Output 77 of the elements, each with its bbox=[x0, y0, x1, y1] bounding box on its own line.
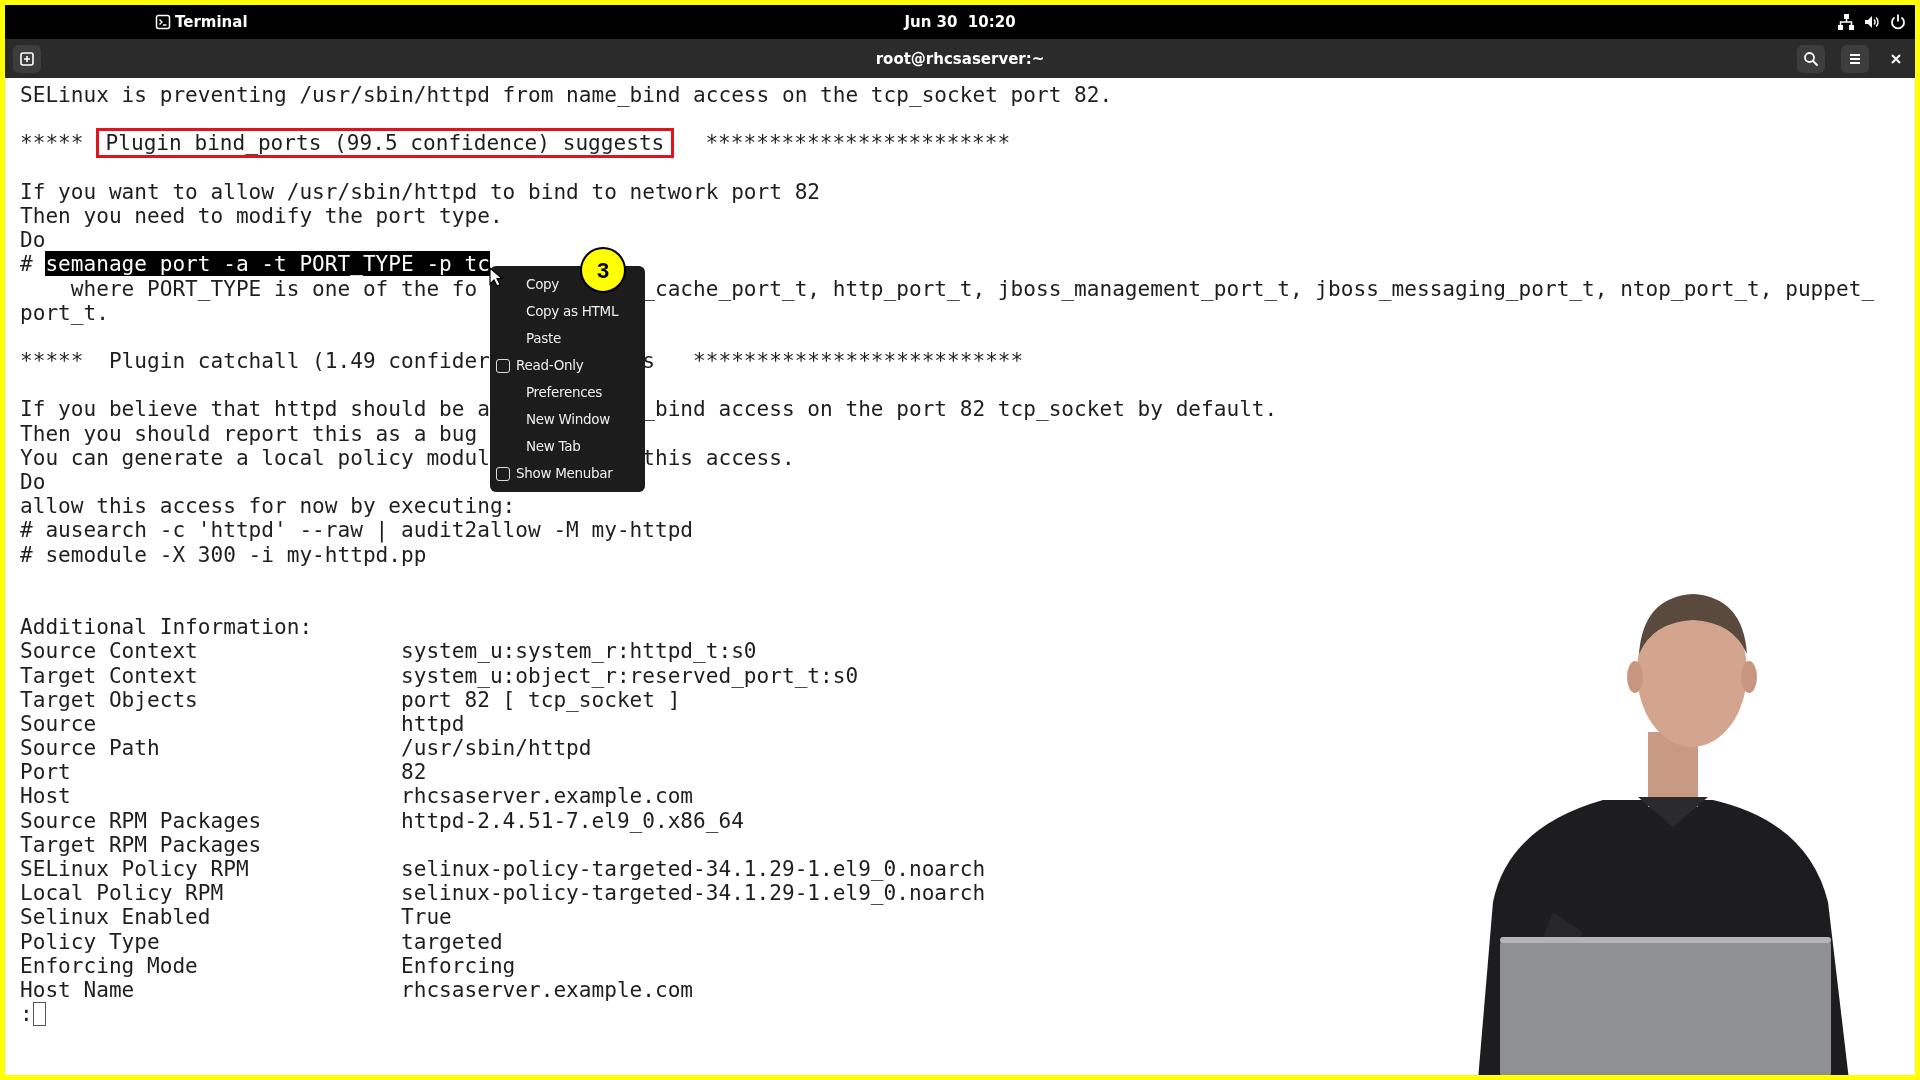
menu-item[interactable]: New Tab bbox=[490, 433, 645, 460]
info-value: rhcsaserver.example.com bbox=[401, 784, 694, 809]
terminal-line: port_t. bbox=[20, 299, 109, 325]
menu-item[interactable]: Paste bbox=[490, 325, 645, 352]
menu-item[interactable]: Preferences bbox=[490, 379, 645, 406]
menu-item[interactable]: Show Menubar bbox=[490, 460, 645, 487]
info-value: 82 bbox=[401, 760, 427, 785]
info-value: port 82 [ tcp_socket ] bbox=[401, 687, 681, 712]
info-value: system_u:object_r:reserved_port_t:s0 bbox=[401, 663, 859, 688]
info-label: Host Name bbox=[20, 977, 135, 1003]
info-value: selinux-policy-targeted-34.1.29-1.el9_0.noarch bbox=[401, 857, 986, 882]
step-badge: 3 bbox=[580, 247, 626, 293]
info-value: httpd-2.4.51-7.el9_0.x86_64 bbox=[401, 808, 744, 833]
clock[interactable]: Jun 30 10:20 bbox=[904, 10, 1016, 34]
info-label: Target Objects bbox=[20, 687, 198, 712]
terminal-line: Then you should report this as a bug bbox=[20, 420, 478, 446]
menu-item[interactable]: New Window bbox=[490, 406, 645, 433]
info-value: /usr/sbin/httpd bbox=[401, 736, 592, 761]
info-value: httpd bbox=[401, 711, 465, 737]
terminal-text: You can generate a local policy modul bbox=[20, 445, 490, 470]
terminal-text: If you believe that httpd should be a bbox=[20, 397, 490, 422]
power-icon[interactable] bbox=[1889, 13, 1907, 31]
info-value: Enforcing bbox=[401, 953, 516, 978]
menu-button[interactable] bbox=[1841, 44, 1869, 73]
info-label: SELinux Policy RPM bbox=[20, 857, 249, 882]
terminal-line: Do bbox=[20, 469, 46, 494]
terminal-text: s ************************** bbox=[642, 349, 1024, 374]
annotated-text: Plugin bind_ports (99.5 confidence) suggests bbox=[96, 128, 674, 159]
terminal-text: ***** bbox=[20, 131, 84, 156]
info-value: selinux-policy-targeted-34.1.29-1.el9_0.noarch bbox=[401, 881, 986, 906]
prompt-symbol: # bbox=[20, 251, 33, 277]
search-icon bbox=[1803, 50, 1819, 67]
new-tab-icon bbox=[19, 50, 35, 67]
terminal-line: SELinux is preventing /usr/sbin/httpd from name_bind access on the tcp_socket port 82. bbox=[20, 82, 1113, 107]
search-button[interactable] bbox=[1797, 44, 1825, 73]
info-label: Source Context bbox=[20, 639, 198, 664]
info-label: Port bbox=[20, 760, 71, 785]
terminal-line: # ausearch -c 'httpd' --raw | audit2allow -M my-httpd bbox=[20, 517, 694, 543]
close-icon bbox=[1889, 51, 1903, 66]
info-label: Source RPM Packages bbox=[20, 808, 262, 833]
info-label: Source Path bbox=[20, 736, 160, 761]
terminal-icon bbox=[155, 14, 171, 30]
selected-text: semanage port -a -t PORT_TYPE -p tc bbox=[45, 251, 490, 277]
terminal-line: If you want to allow /usr/sbin/httpd to bind to network port 82 bbox=[20, 178, 821, 204]
menu-item[interactable]: Read-Only bbox=[490, 352, 645, 379]
info-label: Host bbox=[20, 784, 71, 809]
mouse-pointer-icon bbox=[489, 267, 503, 287]
terminal-text: _cache_port_t, http_port_t, jboss_management_port_t, jboss_messaging_port_t, ntop_port_t, puppet_ bbox=[642, 276, 1875, 301]
info-value: system_u:system_r:httpd_t:s0 bbox=[401, 639, 757, 664]
checkbox[interactable] bbox=[496, 358, 510, 373]
info-label: Target RPM Packages bbox=[20, 832, 262, 857]
terminal-text: where PORT_TYPE is one of the fo bbox=[69, 276, 478, 301]
info-label: Source bbox=[20, 711, 97, 737]
window-title: root@rhcsaserver:~ bbox=[875, 48, 1045, 70]
new-tab-button[interactable] bbox=[13, 44, 41, 73]
info-label: Selinux Enabled bbox=[20, 905, 211, 930]
pager-prompt: : bbox=[20, 1001, 33, 1027]
info-value: rhcsaserver.example.com bbox=[401, 977, 694, 1003]
info-label: Enforcing Mode bbox=[20, 953, 198, 978]
terminal-text: _bind access on the port 82 tcp_socket by default. bbox=[642, 397, 1278, 422]
cursor-block bbox=[32, 1002, 46, 1027]
terminal-line: Then you need to modify the port type. bbox=[20, 202, 503, 228]
terminal-text: ************************ bbox=[705, 131, 1011, 156]
info-heading: Additional Information: bbox=[20, 614, 313, 640]
app-name[interactable]: Terminal bbox=[175, 10, 248, 34]
terminal-text: this access. bbox=[642, 445, 795, 470]
info-value: targeted bbox=[401, 929, 503, 954]
info-label: Local Policy RPM bbox=[20, 881, 224, 906]
terminal-line: Do bbox=[20, 227, 46, 253]
menu-item[interactable]: Copy as HTML bbox=[490, 298, 645, 325]
info-value: True bbox=[401, 905, 452, 930]
terminal-line: allow this access for now by executing: bbox=[20, 493, 516, 519]
info-label: Target Context bbox=[20, 663, 198, 688]
info-label: Policy Type bbox=[20, 929, 160, 954]
network-icon[interactable] bbox=[1837, 13, 1855, 31]
terminal-text: ***** Plugin catchall (1.49 confider bbox=[20, 349, 490, 374]
checkbox[interactable] bbox=[496, 466, 510, 481]
